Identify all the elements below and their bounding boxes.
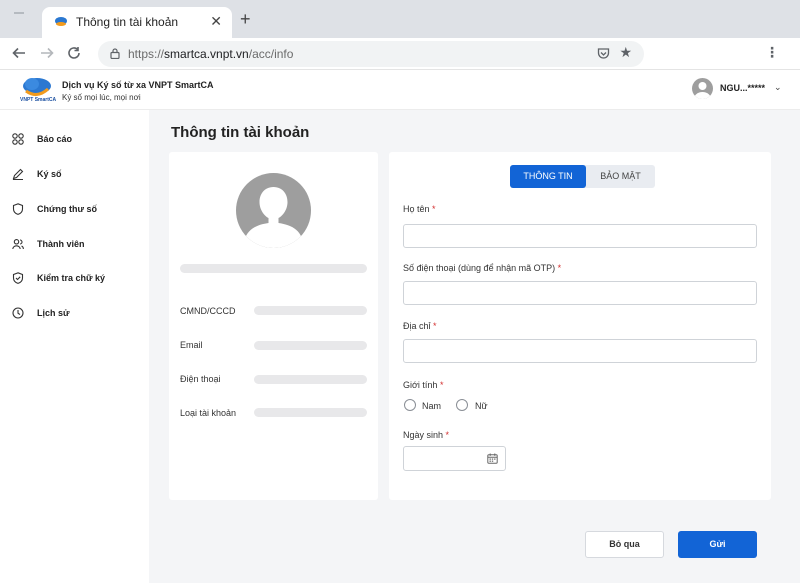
main-content: Thông tin tài khoản CMND/CCCD Email Điện… [149,110,800,583]
submit-button[interactable]: Gửi [678,531,757,558]
browser-toolbar: https://smartca.vnpt.vn/acc/info ★ ⋮ [0,38,800,70]
profile-avatar[interactable] [236,173,311,248]
page-title: Thông tin tài khoản [171,124,310,141]
account-type-value-placeholder [254,408,367,417]
lock-icon[interactable] [110,48,120,59]
reload-icon[interactable] [67,46,81,60]
required-mark: * [433,321,437,331]
address-bar[interactable]: https://smartca.vnpt.vn/acc/info ★ [98,41,644,67]
sidebar-item-kiem-tra-chu-ky[interactable]: Kiểm tra chữ ký [12,269,142,289]
star-icon[interactable]: ★ [619,44,632,61]
phone-value-placeholder [254,375,367,384]
sidebar-item-chung-thu-so[interactable]: Chứng thư số [12,200,142,220]
sidebar-item-label: Lịch sử [37,308,70,318]
cancel-button[interactable]: Bỏ qua [585,531,664,558]
favicon-icon [55,17,67,26]
app-header: VNPT SmartCA Dịch vụ Ký số từ xa VNPT Sm… [0,70,800,110]
url-text: https://smartca.vnpt.vn/acc/info [128,47,293,61]
kebab-menu-icon[interactable]: ⋮ [765,44,779,61]
gender-radio-nam[interactable] [404,399,416,411]
required-mark: * [439,380,444,390]
sidebar: Báo cáo Ký số Chứng thư số Thành viên Ki… [0,110,149,583]
required-mark: * [445,430,450,440]
gender-radio-nu[interactable] [456,399,468,411]
brand-title: Dịch vụ Ký số từ xa VNPT SmartCA [62,80,214,90]
phone-label: Điện thoại [180,374,221,384]
clock-icon [12,307,24,319]
browser-tab-bar: Thông tin tài khoản ✕ + [0,0,800,38]
full-name-label-text: Họ tên [403,204,430,214]
brand-subtitle: Ký số mọi lúc, mọi nơi [62,93,141,102]
account-type-label: Loại tài khoản [180,408,237,418]
tab-bao-mat[interactable]: BẢO MẬT [586,165,655,188]
profile-name-placeholder [180,264,367,273]
url-host: smartca.vnpt.vn [164,47,249,61]
required-mark: * [557,263,562,273]
sidebar-item-label: Thành viên [37,239,85,249]
user-silhouette-icon [694,82,711,99]
browser-tab[interactable]: Thông tin tài khoản ✕ [42,7,232,38]
phone-field-label-text: Số điện thoại (dùng để nhận mã OTP) [403,263,556,273]
chevron-down-icon[interactable]: ⌄ [774,82,782,93]
email-label: Email [180,340,203,350]
tab-switcher: THÔNG TIN BẢO MẬT [510,165,655,188]
address-label-text: Địa chỉ [403,321,431,331]
full-name-input[interactable] [403,224,757,248]
phone-input[interactable] [403,281,757,305]
cmnd-label: CMND/CCCD [180,306,236,316]
tab-title: Thông tin tài khoản [76,15,179,29]
account-form-card: THÔNG TIN BẢO MẬT Họ tên * Số điện thoại… [389,152,771,500]
forward-icon[interactable] [40,46,54,60]
logo-text: VNPT SmartCA [20,97,57,103]
back-icon[interactable] [12,46,26,60]
user-name[interactable]: NGU...***** [720,83,765,93]
profile-card: CMND/CCCD Email Điện thoại Loại tài khoả… [169,152,378,500]
dashboard-icon [12,133,24,145]
shield-icon [12,203,24,215]
user-silhouette-icon [243,187,304,248]
required-mark: * [432,204,436,214]
dob-label: Ngày sinh * [403,430,449,440]
gender-option-nam[interactable]: Nam [422,401,441,411]
pocket-icon[interactable] [597,47,610,60]
sidebar-item-bao-cao[interactable]: Báo cáo [12,130,142,150]
tab-search-icon[interactable] [14,12,24,14]
user-avatar[interactable] [692,78,713,99]
address-input[interactable] [403,339,757,363]
sidebar-item-label: Ký số [37,169,62,179]
pen-icon [12,168,24,180]
full-name-label: Họ tên * [403,204,436,214]
shield-check-icon [12,272,24,284]
dob-label-text: Ngày sinh [403,430,444,440]
email-value-placeholder [254,341,367,350]
calendar-icon[interactable] [487,453,498,464]
tab-close-icon[interactable]: ✕ [210,13,222,30]
tab-thong-tin[interactable]: THÔNG TIN [510,165,586,188]
sidebar-item-lich-su[interactable]: Lịch sử [12,304,142,324]
address-label: Địa chỉ * [403,321,437,331]
sidebar-item-ky-so[interactable]: Ký số [12,165,142,185]
dob-date-input[interactable] [403,446,506,471]
users-icon [12,239,24,250]
cmnd-value-placeholder [254,306,367,315]
sidebar-item-label: Báo cáo [37,134,73,144]
gender-label-text: Giới tính [403,380,438,390]
sidebar-item-thanh-vien[interactable]: Thành viên [12,235,142,255]
url-path: /acc/info [248,47,294,61]
gender-label: Giới tính * [403,380,443,390]
gender-option-nu[interactable]: Nữ [475,401,488,411]
new-tab-icon[interactable]: + [240,10,251,28]
url-scheme: https:// [128,47,165,61]
sidebar-item-label: Chứng thư số [37,204,98,214]
sidebar-item-label: Kiểm tra chữ ký [37,273,106,283]
phone-field-label: Số điện thoại (dùng để nhận mã OTP) * [403,263,561,273]
